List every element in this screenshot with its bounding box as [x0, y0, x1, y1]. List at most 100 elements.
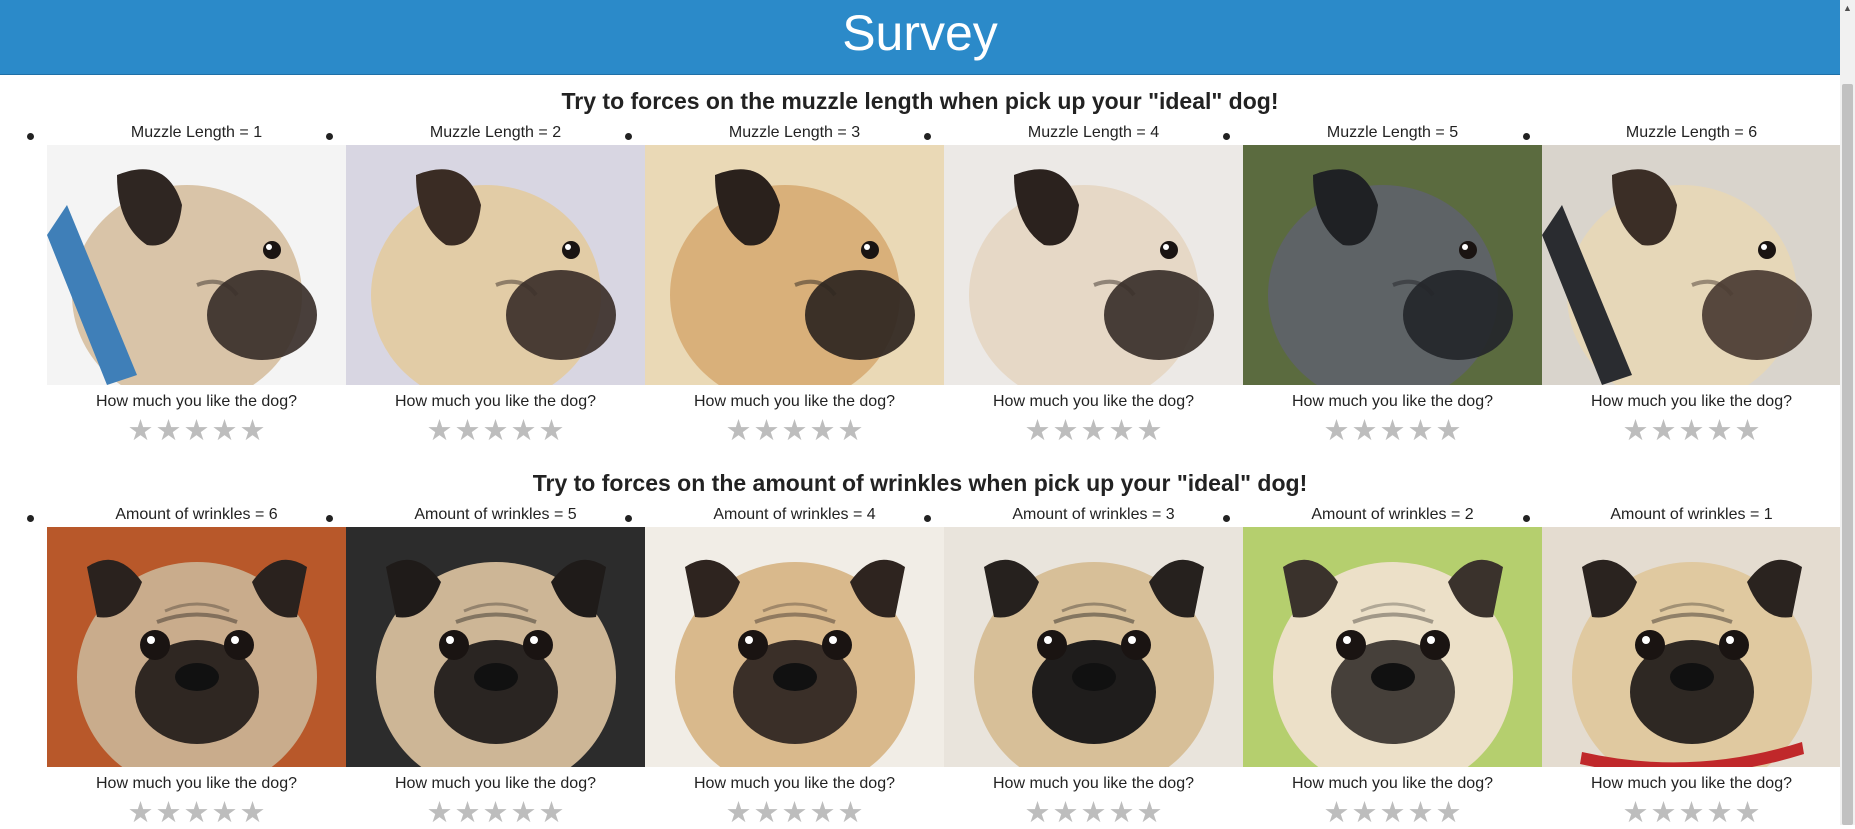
star-icon[interactable]: ★	[1735, 417, 1761, 446]
dog-card: Amount of wrinkles = 2 How much you like …	[1243, 504, 1542, 828]
star-icon[interactable]: ★	[1651, 799, 1677, 828]
star-icon[interactable]: ★	[539, 799, 565, 828]
star-rating[interactable]: ★★★★★	[944, 417, 1243, 446]
star-rating[interactable]: ★★★★★	[47, 799, 346, 828]
list-bullet	[1223, 515, 1230, 522]
dog-card: Muzzle Length = 2 How much you like the d…	[346, 122, 645, 446]
star-icon[interactable]: ★	[511, 417, 537, 446]
star-icon[interactable]: ★	[726, 417, 752, 446]
star-icon[interactable]: ★	[782, 417, 808, 446]
star-icon[interactable]: ★	[511, 799, 537, 828]
star-icon[interactable]: ★	[427, 799, 453, 828]
star-icon[interactable]: ★	[1380, 417, 1406, 446]
star-icon[interactable]: ★	[810, 799, 836, 828]
vertical-scrollbar[interactable]: ▲	[1840, 0, 1855, 825]
star-icon[interactable]: ★	[483, 417, 509, 446]
pug-photo	[47, 145, 346, 385]
star-icon[interactable]: ★	[1623, 417, 1649, 446]
list-bullet	[326, 515, 333, 522]
star-icon[interactable]: ★	[782, 799, 808, 828]
star-rating[interactable]: ★★★★★	[346, 799, 645, 828]
star-icon[interactable]: ★	[539, 417, 565, 446]
star-icon[interactable]: ★	[1436, 799, 1462, 828]
star-icon[interactable]: ★	[1137, 417, 1163, 446]
star-icon[interactable]: ★	[1735, 799, 1761, 828]
star-icon[interactable]: ★	[1053, 799, 1079, 828]
star-rating[interactable]: ★★★★★	[1243, 799, 1542, 828]
star-icon[interactable]: ★	[1109, 799, 1135, 828]
star-icon[interactable]: ★	[184, 417, 210, 446]
star-rating[interactable]: ★★★★★	[645, 417, 944, 446]
star-icon[interactable]: ★	[128, 417, 154, 446]
dog-card-label: Amount of wrinkles = 5	[414, 506, 577, 523]
star-icon[interactable]: ★	[128, 799, 154, 828]
star-rating[interactable]: ★★★★★	[47, 417, 346, 446]
star-icon[interactable]: ★	[212, 799, 238, 828]
dog-photo	[944, 145, 1243, 385]
star-icon[interactable]: ★	[1324, 799, 1350, 828]
pug-photo	[346, 145, 645, 385]
rating-question: How much you like the dog?	[1591, 775, 1792, 792]
page-header: Survey	[0, 0, 1840, 75]
star-icon[interactable]: ★	[1623, 799, 1649, 828]
star-icon[interactable]: ★	[1137, 799, 1163, 828]
star-icon[interactable]: ★	[1109, 417, 1135, 446]
pug-photo	[1243, 527, 1542, 767]
star-rating[interactable]: ★★★★★	[1542, 417, 1841, 446]
star-icon[interactable]: ★	[1707, 417, 1733, 446]
star-icon[interactable]: ★	[156, 417, 182, 446]
dog-card-label: Amount of wrinkles = 1	[1610, 506, 1773, 523]
dog-card-label: Amount of wrinkles = 3	[1012, 506, 1175, 523]
star-rating[interactable]: ★★★★★	[1542, 799, 1841, 828]
star-rating[interactable]: ★★★★★	[346, 417, 645, 446]
star-icon[interactable]: ★	[184, 799, 210, 828]
star-icon[interactable]: ★	[1352, 799, 1378, 828]
star-icon[interactable]: ★	[1679, 799, 1705, 828]
star-icon[interactable]: ★	[455, 417, 481, 446]
star-icon[interactable]: ★	[240, 799, 266, 828]
star-icon[interactable]: ★	[754, 417, 780, 446]
star-icon[interactable]: ★	[455, 799, 481, 828]
star-icon[interactable]: ★	[1053, 417, 1079, 446]
star-icon[interactable]: ★	[427, 417, 453, 446]
dog-card-label: Muzzle Length = 1	[130, 124, 263, 141]
star-icon[interactable]: ★	[1380, 799, 1406, 828]
star-icon[interactable]: ★	[1025, 799, 1051, 828]
star-icon[interactable]: ★	[1436, 417, 1462, 446]
dog-photo	[346, 527, 645, 767]
dog-photo	[47, 527, 346, 767]
list-bullet	[625, 133, 632, 140]
star-icon[interactable]: ★	[838, 417, 864, 446]
dog-photo	[1542, 145, 1841, 385]
rating-question: How much you like the dog?	[1292, 393, 1493, 410]
dog-card: Muzzle Length = 5 How much you like the d…	[1243, 122, 1542, 446]
star-rating[interactable]: ★★★★★	[645, 799, 944, 828]
star-icon[interactable]: ★	[1651, 417, 1677, 446]
dog-photo	[944, 527, 1243, 767]
star-icon[interactable]: ★	[1324, 417, 1350, 446]
pug-photo	[1542, 527, 1841, 767]
star-icon[interactable]: ★	[1025, 417, 1051, 446]
star-rating[interactable]: ★★★★★	[1243, 417, 1542, 446]
star-icon[interactable]: ★	[1352, 417, 1378, 446]
star-icon[interactable]: ★	[156, 799, 182, 828]
star-icon[interactable]: ★	[1081, 799, 1107, 828]
star-icon[interactable]: ★	[240, 417, 266, 446]
star-icon[interactable]: ★	[1707, 799, 1733, 828]
scrollbar-thumb[interactable]	[1842, 84, 1853, 825]
dog-card: Muzzle Length = 4 How much you like the d…	[944, 122, 1243, 446]
star-icon[interactable]: ★	[1679, 417, 1705, 446]
star-icon[interactable]: ★	[1408, 417, 1434, 446]
star-icon[interactable]: ★	[810, 417, 836, 446]
star-icon[interactable]: ★	[212, 417, 238, 446]
scroll-up-arrow-icon[interactable]: ▲	[1840, 0, 1855, 16]
star-icon[interactable]: ★	[754, 799, 780, 828]
star-icon[interactable]: ★	[726, 799, 752, 828]
list-bullet	[924, 133, 931, 140]
star-rating[interactable]: ★★★★★	[944, 799, 1243, 828]
star-icon[interactable]: ★	[1408, 799, 1434, 828]
star-icon[interactable]: ★	[1081, 417, 1107, 446]
rating-question: How much you like the dog?	[694, 775, 895, 792]
star-icon[interactable]: ★	[838, 799, 864, 828]
star-icon[interactable]: ★	[483, 799, 509, 828]
